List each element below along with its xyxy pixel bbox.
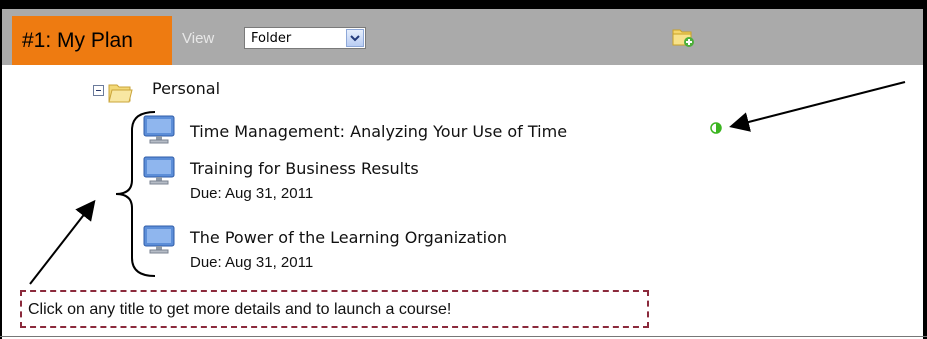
right-border [923,0,927,339]
top-border [0,0,927,9]
course-due-date: Due: Aug 31, 2011 [190,185,314,202]
plan-frame: #1: My Plan View Folder Personal Time Ma… [0,0,927,339]
instruction-callout: Click on any title to get more details a… [20,290,649,328]
arrow-to-course-list [29,199,96,285]
course-title[interactable]: Time Management: Analyzing Your Use of T… [190,122,567,141]
collapse-toggle-icon[interactable] [93,85,104,96]
folder-icon [108,84,133,103]
folder-label[interactable]: Personal [152,79,220,98]
plan-title-badge: #1: My Plan [12,16,172,65]
view-select-value: Folder [251,31,292,46]
course-title[interactable]: The Power of the Learning Organization [190,228,507,247]
dropdown-button[interactable] [346,29,364,47]
course-title[interactable]: Training for Business Results [190,159,419,178]
in-progress-status-icon [710,122,722,134]
chevron-down-icon [350,35,360,42]
view-select[interactable]: Folder [244,27,366,49]
curly-brace-annotation [115,111,156,277]
arrow-to-status-icon [729,81,906,132]
folder-add-icon[interactable] [671,25,695,49]
view-label: View [182,30,215,47]
course-due-date: Due: Aug 31, 2011 [190,254,314,271]
bottom-divider [0,336,927,337]
